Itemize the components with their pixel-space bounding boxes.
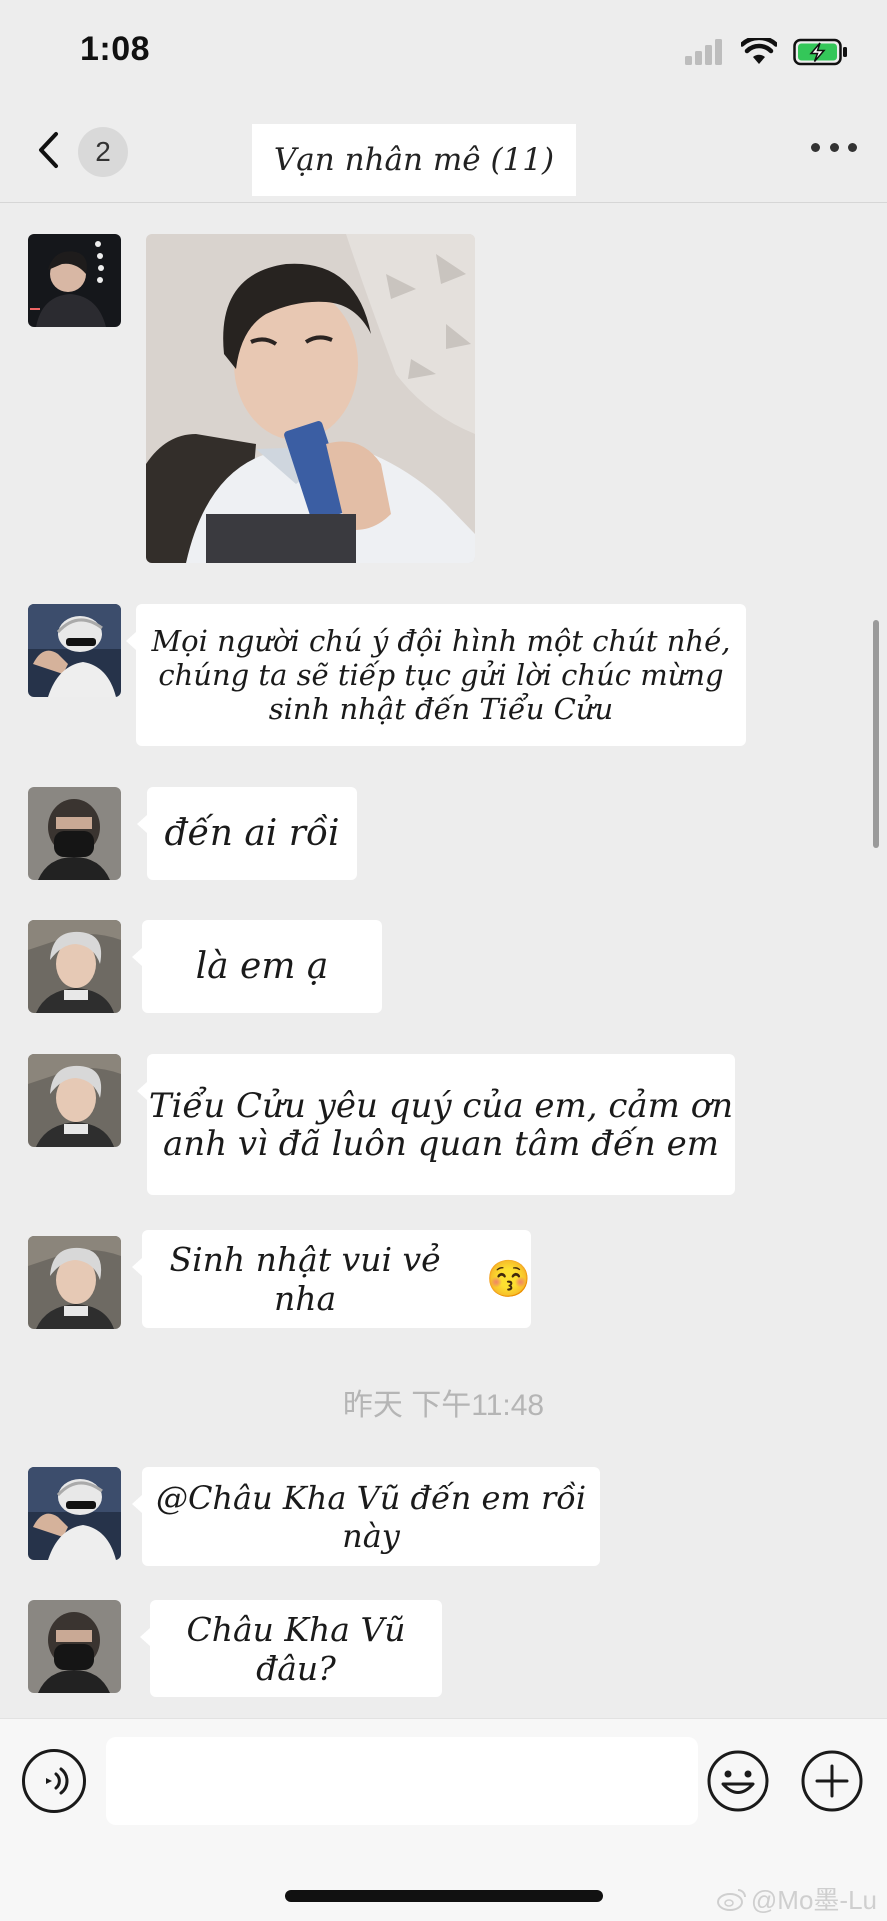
message-bubble[interactable]: @Châu Kha Vũ đến em rồi này <box>132 1467 600 1566</box>
message-bubble[interactable]: đến ai rồi <box>137 787 357 880</box>
avatar[interactable] <box>28 787 121 880</box>
avatar[interactable] <box>28 1467 121 1560</box>
scrollbar[interactable] <box>873 620 879 848</box>
message-bubble[interactable]: Sinh nhật vui vẻ nha 😚 <box>132 1230 531 1328</box>
message-text: chúng ta sẽ tiếp tục gửi lời chúc mừng <box>158 658 724 692</box>
avatar[interactable] <box>28 1600 121 1693</box>
message-text: Châu Kha Vũ đâu? <box>186 1609 406 1688</box>
avatar[interactable] <box>28 1054 121 1147</box>
timestamp: 昨天 下午11:48 <box>342 1389 545 1422</box>
message-text: anh vì đã luôn quan tâm đến em <box>163 1123 719 1164</box>
avatar[interactable] <box>28 234 121 327</box>
wifi-icon <box>741 38 777 64</box>
signal-icon <box>685 39 722 65</box>
voice-icon[interactable] <box>22 1749 86 1813</box>
home-indicator <box>285 1890 603 1902</box>
message-input[interactable] <box>106 1737 698 1825</box>
message-bubble[interactable]: là em ạ <box>132 920 382 1013</box>
message-text: sinh nhật đến Tiểu Cửu <box>268 692 614 726</box>
kissing-emoji: 😚 <box>486 1259 531 1300</box>
message-text: @Châu Kha Vũ đến em rồi này <box>155 1478 587 1555</box>
plus-icon[interactable] <box>800 1749 864 1813</box>
avatar[interactable] <box>28 1236 121 1329</box>
back-chevron-icon[interactable] <box>34 130 64 170</box>
message-text: đến ai rồi <box>164 813 340 854</box>
message-text: Mọi người chú ý đội hình một chút nhé, <box>151 624 731 658</box>
chat-title: Vạn nhân mê (11) <box>273 142 555 178</box>
message-bubble[interactable]: Mọi người chú ý đội hình một chút nhé, c… <box>126 604 746 746</box>
weibo-icon <box>716 1888 746 1911</box>
battery-icon <box>793 38 847 66</box>
status-time: 1:08 <box>80 30 151 68</box>
message-text: là em ạ <box>195 946 329 987</box>
avatar[interactable] <box>28 920 121 1013</box>
more-icon[interactable] <box>811 140 857 154</box>
avatar[interactable] <box>28 604 121 697</box>
watermark: @Mo墨-Lu <box>716 1880 877 1917</box>
unread-count-badge[interactable]: 2 <box>78 127 128 177</box>
chat-title-box: Vạn nhân mê (11) <box>252 124 576 196</box>
shared-photo[interactable] <box>146 234 475 563</box>
message-bubble[interactable]: Tiểu Cửu yêu quý của em, cảm ơn anh vì đ… <box>137 1054 735 1195</box>
status-icons <box>685 38 849 66</box>
watermark-text: @Mo墨-Lu <box>750 1885 877 1915</box>
message-text: Sinh nhật vui vẻ nha <box>169 1240 441 1318</box>
emoji-icon[interactable] <box>706 1749 770 1813</box>
message-bubble[interactable]: Châu Kha Vũ đâu? <box>140 1600 442 1697</box>
chat-header: 2 Vạn nhân mê (11) <box>0 100 887 203</box>
message-text: Tiểu Cửu yêu quý của em, cảm ơn <box>148 1085 734 1126</box>
